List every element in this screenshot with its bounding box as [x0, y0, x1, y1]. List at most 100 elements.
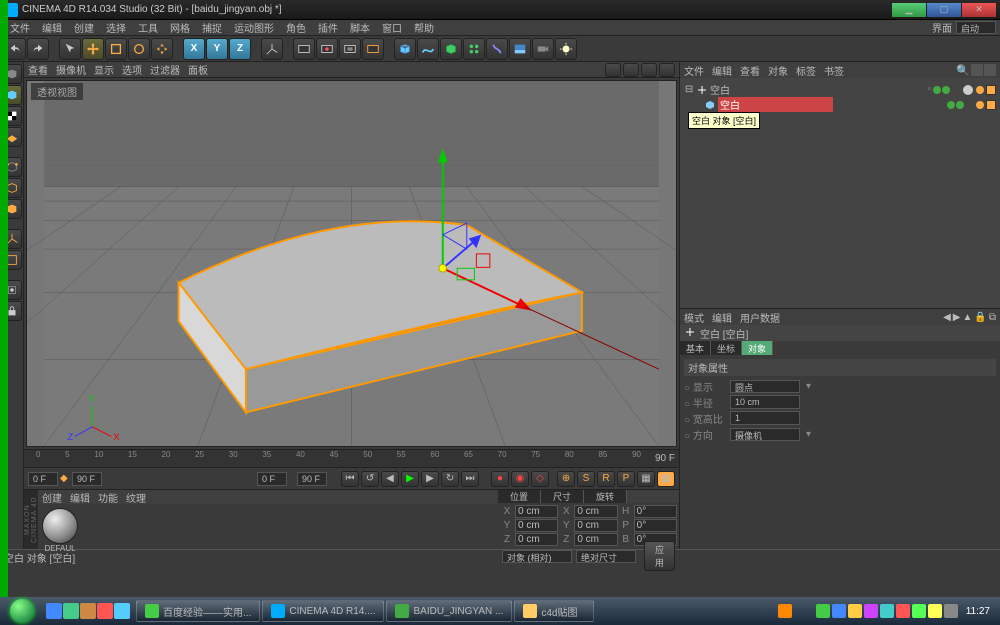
quicklaunch-2[interactable] — [63, 603, 79, 619]
task-c4d[interactable]: CINEMA 4D R14.... — [262, 600, 384, 622]
nav-up-icon[interactable]: ▲ — [963, 312, 973, 323]
viewport[interactable]: 透视视图 — [26, 80, 677, 447]
clock[interactable]: 11:27 — [960, 606, 996, 617]
frame-current[interactable]: 0 F — [257, 472, 287, 486]
key-pos-button[interactable]: ⊕ — [557, 471, 575, 487]
quicklaunch-5[interactable] — [114, 603, 130, 619]
menu-plugins[interactable]: 插件 — [312, 20, 344, 35]
vtab-filter[interactable]: 过滤器 — [150, 62, 180, 77]
render-region-button[interactable] — [316, 38, 338, 60]
new-window-icon[interactable]: ⧉ — [989, 312, 996, 323]
coord-tab-pos[interactable]: 位置 — [498, 490, 541, 503]
close-button[interactable]: ✕ — [962, 3, 996, 17]
attr-宽高比[interactable]: 1 — [730, 411, 800, 425]
mattab-create[interactable]: 创建 — [42, 490, 62, 504]
nav-back-icon[interactable]: ◀ — [943, 312, 951, 323]
menu-snap[interactable]: 捕捉 — [196, 20, 228, 35]
objtab-view[interactable]: 查看 — [740, 63, 760, 78]
viewport-nav-1[interactable] — [605, 63, 621, 77]
coord-field[interactable]: 0 cm — [574, 505, 617, 518]
attr-tab-basic[interactable]: 基本 — [680, 341, 711, 355]
viewport-nav-2[interactable] — [623, 63, 639, 77]
timeline-playhead[interactable] — [0, 0, 8, 625]
coord-mode-select[interactable]: 对象 (相对) — [502, 550, 572, 563]
task-folder[interactable]: c4d贴图 — [514, 600, 594, 622]
tray-icon-8[interactable] — [912, 604, 926, 618]
prev-frame-button[interactable]: ◀ — [381, 471, 399, 487]
tray-icon-7[interactable] — [896, 604, 910, 618]
frame-range-end[interactable]: 90 F — [297, 472, 327, 486]
spline-button[interactable] — [417, 38, 439, 60]
environment-button[interactable] — [509, 38, 531, 60]
scale-button[interactable] — [105, 38, 127, 60]
task-baidu[interactable]: 百度经验——实用... — [136, 600, 260, 622]
quicklaunch-1[interactable] — [46, 603, 62, 619]
vtab-camera[interactable]: 摄像机 — [56, 62, 86, 77]
menu-file[interactable]: 文件 — [4, 20, 36, 35]
nurbs-button[interactable] — [440, 38, 462, 60]
key-param-button[interactable]: P — [617, 471, 635, 487]
attr-edit[interactable]: 编辑 — [712, 310, 732, 325]
last-tool-button[interactable] — [151, 38, 173, 60]
x-axis-button[interactable]: X — [183, 38, 205, 60]
menu-mograph[interactable]: 运动图形 — [228, 20, 280, 35]
render-picture-button[interactable] — [362, 38, 384, 60]
attr-userdata[interactable]: 用户数据 — [740, 310, 780, 325]
objtab-tags[interactable]: 标签 — [796, 63, 816, 78]
attr-半径[interactable]: 10 cm — [730, 395, 800, 409]
key-button[interactable]: ◇ — [531, 471, 549, 487]
layout-dropdown[interactable]: 启动 — [956, 21, 996, 34]
coord-size-select[interactable]: 绝对尺寸 — [576, 550, 636, 563]
task-jingyan[interactable]: BAIDU_JINGYAN ... — [386, 600, 512, 622]
coord-tab-size[interactable]: 尺寸 — [541, 490, 584, 503]
rotate-button[interactable] — [128, 38, 150, 60]
menu-tools[interactable]: 工具 — [132, 20, 164, 35]
goto-end-button[interactable]: ⏭ — [461, 471, 479, 487]
material-preview[interactable] — [42, 508, 78, 544]
key-all-button[interactable]: ▦ — [657, 471, 675, 487]
tree-child[interactable]: 空白 — [684, 97, 996, 112]
coord-field[interactable]: 0° — [634, 519, 677, 532]
move-button[interactable] — [82, 38, 104, 60]
object-tree[interactable]: ⊟ 空白 ▫ 空白 空白 对象 [空白] — [680, 78, 1000, 308]
attr-tab-coord[interactable]: 坐标 — [711, 341, 742, 355]
menu-help[interactable]: 帮助 — [408, 20, 440, 35]
coord-field[interactable]: 0° — [634, 505, 677, 518]
apply-button[interactable]: 应用 — [644, 541, 675, 571]
coordinate-system-button[interactable] — [261, 38, 283, 60]
coord-field[interactable]: 0 cm — [574, 533, 617, 546]
vtab-panel[interactable]: 面板 — [188, 62, 208, 77]
menu-script[interactable]: 脚本 — [344, 20, 376, 35]
nav-fwd-icon[interactable]: ▶ — [953, 312, 961, 323]
deformer-button[interactable] — [486, 38, 508, 60]
vtab-options[interactable]: 选项 — [122, 62, 142, 77]
quicklaunch-4[interactable] — [97, 603, 113, 619]
key-scale-button[interactable]: S — [577, 471, 595, 487]
tray-icon-9[interactable] — [928, 604, 942, 618]
camera-button[interactable] — [532, 38, 554, 60]
menu-mesh[interactable]: 网格 — [164, 20, 196, 35]
viewport-nav-3[interactable] — [641, 63, 657, 77]
tray-icon-4[interactable] — [848, 604, 862, 618]
menu-select[interactable]: 选择 — [100, 20, 132, 35]
objtab-file[interactable]: 文件 — [684, 63, 704, 78]
menu-window[interactable]: 窗口 — [376, 20, 408, 35]
menu-edit[interactable]: 编辑 — [36, 20, 68, 35]
tray-icon-3[interactable] — [832, 604, 846, 618]
coord-field[interactable]: 0 cm — [515, 519, 558, 532]
cube-primitive-button[interactable] — [394, 38, 416, 60]
array-button[interactable] — [463, 38, 485, 60]
attr-方向[interactable]: 摄像机 — [730, 428, 800, 441]
tray-icon-5[interactable] — [864, 604, 878, 618]
tree-root[interactable]: ⊟ 空白 ▫ — [684, 82, 996, 97]
quicklaunch-3[interactable] — [80, 603, 96, 619]
coord-field[interactable]: 0 cm — [515, 505, 558, 518]
tray-icon-2[interactable] — [816, 604, 830, 618]
attr-显示[interactable]: 圆点 — [730, 380, 800, 393]
attr-mode[interactable]: 模式 — [684, 310, 704, 325]
frame-end[interactable]: 90 F — [72, 472, 102, 486]
viewport-nav-4[interactable] — [659, 63, 675, 77]
minimize-button[interactable]: ▁ — [892, 3, 926, 17]
y-axis-button[interactable]: Y — [206, 38, 228, 60]
mattab-function[interactable]: 功能 — [98, 490, 118, 504]
